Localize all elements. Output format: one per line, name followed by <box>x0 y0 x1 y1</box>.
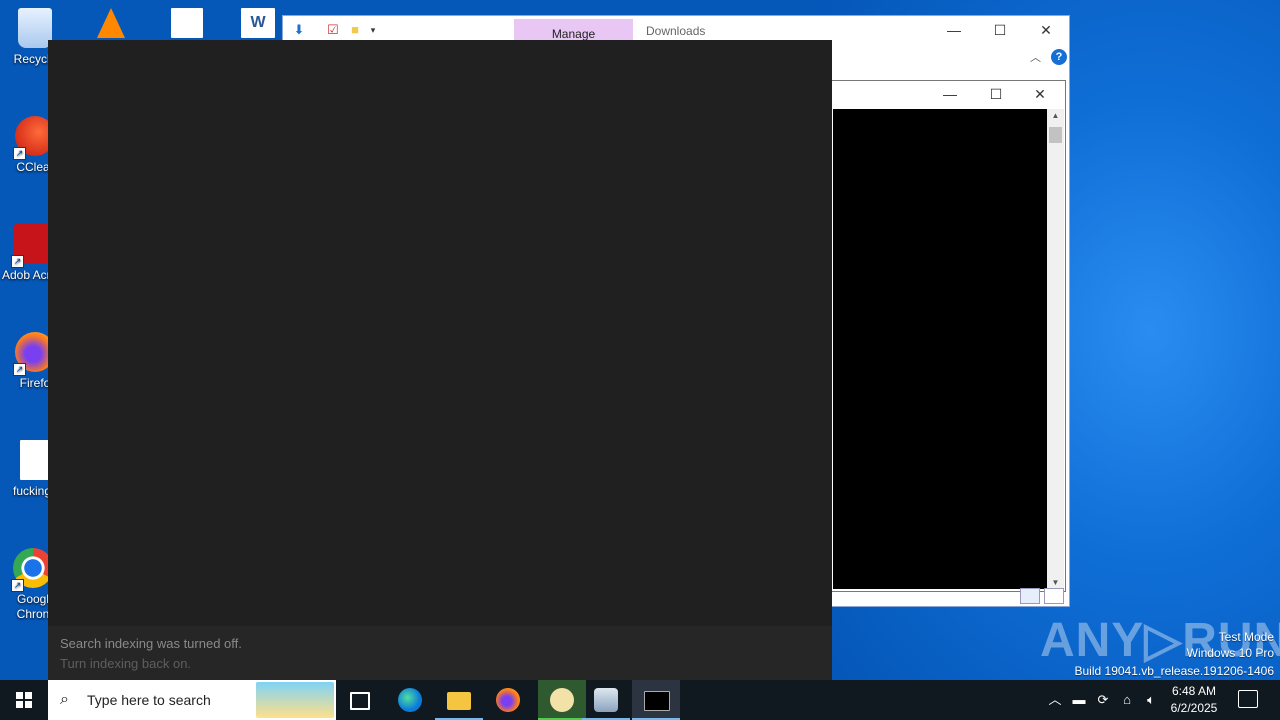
console-window[interactable]: — ☐ ✕ ▲ ▼ <box>800 80 1066 592</box>
image-file-icon <box>20 440 50 480</box>
desktop-icon-vlc[interactable] <box>88 8 134 42</box>
edge-icon <box>398 688 422 712</box>
minimize-button[interactable]: — <box>931 16 977 46</box>
network-tray-icon[interactable]: ⌂ <box>1118 680 1136 720</box>
taskbar: ⌕ Type here to search ︿ ▬ ⟳ ⌂ 🔈︎ 6:48 AM… <box>0 680 1280 720</box>
show-hidden-icons-chevron-icon[interactable]: ︿ <box>1046 680 1064 720</box>
windows-edition-text: Windows 10 Pro <box>1186 646 1274 660</box>
help-icon[interactable]: ? <box>1051 49 1067 65</box>
download-arrow-icon[interactable]: ⬇ <box>291 22 307 38</box>
clock-time: 6:48 AM <box>1171 684 1217 698</box>
shortcut-arrow-icon: ↗ <box>11 579 24 592</box>
start-button[interactable] <box>0 680 48 720</box>
details-view-icon[interactable] <box>1020 588 1040 604</box>
command-prompt-icon <box>644 691 670 711</box>
maximize-button[interactable]: ☐ <box>977 16 1023 46</box>
clock-date: 6/2/2025 <box>1170 701 1218 715</box>
word-document-icon: W <box>241 8 275 38</box>
test-mode-text: Test Mode <box>1218 630 1274 644</box>
taskbar-file-explorer[interactable] <box>435 680 483 720</box>
scroll-up-icon[interactable]: ▲ <box>1047 111 1064 120</box>
chrome-icon: ↗ <box>11 548 53 592</box>
ribbon-collapse-chevron-icon[interactable]: ︿ <box>1030 49 1041 65</box>
customize-quick-access-icon[interactable]: ▾ <box>365 22 381 38</box>
large-icons-view-icon[interactable] <box>1044 588 1064 604</box>
new-folder-icon[interactable]: ■ <box>347 22 363 38</box>
console-close-button[interactable]: ✕ <box>1017 81 1063 107</box>
taskbar-app-green[interactable] <box>538 680 586 720</box>
adobe-acrobat-icon: ↗ <box>11 224 53 268</box>
build-number-text: Build 19041.vb_release.191206-1406 <box>1074 664 1275 678</box>
sync-tray-icon[interactable]: ⟳ <box>1094 680 1112 720</box>
notification-center-icon[interactable] <box>1238 690 1258 708</box>
shortcut-arrow-icon: ↗ <box>11 255 24 268</box>
console-scrollbar[interactable]: ▲ ▼ <box>1047 109 1064 589</box>
search-placeholder: Type here to search <box>87 692 211 708</box>
shortcut-arrow-icon: ↗ <box>13 363 26 376</box>
volume-icon[interactable]: 🔈︎ <box>1142 680 1160 720</box>
shortcut-arrow-icon: ↗ <box>13 147 26 160</box>
storage-tray-icon[interactable]: ▬ <box>1070 680 1088 720</box>
console-output-area[interactable] <box>833 109 1047 589</box>
search-indexing-notice: Search indexing was turned off. Turn ind… <box>48 626 832 680</box>
taskbar-search-box[interactable]: ⌕ Type here to search <box>48 680 336 720</box>
close-button[interactable]: ✕ <box>1023 16 1069 46</box>
turn-indexing-on-link[interactable]: Turn indexing back on. <box>60 656 191 671</box>
desktop-icon-picture[interactable] <box>166 8 208 42</box>
app-icon <box>550 688 574 712</box>
vlc-icon <box>97 8 125 38</box>
task-view-icon <box>350 692 370 710</box>
network-app-icon <box>594 688 618 712</box>
search-icon: ⌕ <box>60 691 69 708</box>
indexing-off-message: Search indexing was turned off. <box>60 636 242 651</box>
folder-icon <box>447 692 471 710</box>
windows-logo-icon <box>16 692 32 708</box>
picture-file-icon <box>171 8 203 38</box>
system-clock[interactable]: 6:48 AM 6/2/2025 <box>1160 683 1228 717</box>
console-maximize-button[interactable]: ☐ <box>973 81 1019 107</box>
taskbar-app-network[interactable] <box>582 680 630 720</box>
desktop-icon-word-doc[interactable]: W <box>236 8 280 42</box>
scroll-down-icon[interactable]: ▼ <box>1047 578 1064 587</box>
console-minimize-button[interactable]: — <box>927 81 973 107</box>
window-title: Downloads <box>646 24 706 38</box>
recycle-bin-icon <box>18 8 52 48</box>
taskbar-firefox[interactable] <box>484 680 532 720</box>
search-highlight-illustration <box>256 682 334 718</box>
taskbar-command-prompt[interactable] <box>632 680 680 720</box>
explorer-view-buttons <box>1020 588 1064 604</box>
scrollbar-thumb[interactable] <box>1049 127 1062 143</box>
taskbar-edge[interactable] <box>386 680 434 720</box>
search-flyout-panel: Search indexing was turned off. Turn ind… <box>48 40 832 680</box>
firefox-icon <box>496 688 520 712</box>
task-view-button[interactable] <box>336 680 384 720</box>
properties-check-icon[interactable]: ☑ <box>325 22 341 38</box>
